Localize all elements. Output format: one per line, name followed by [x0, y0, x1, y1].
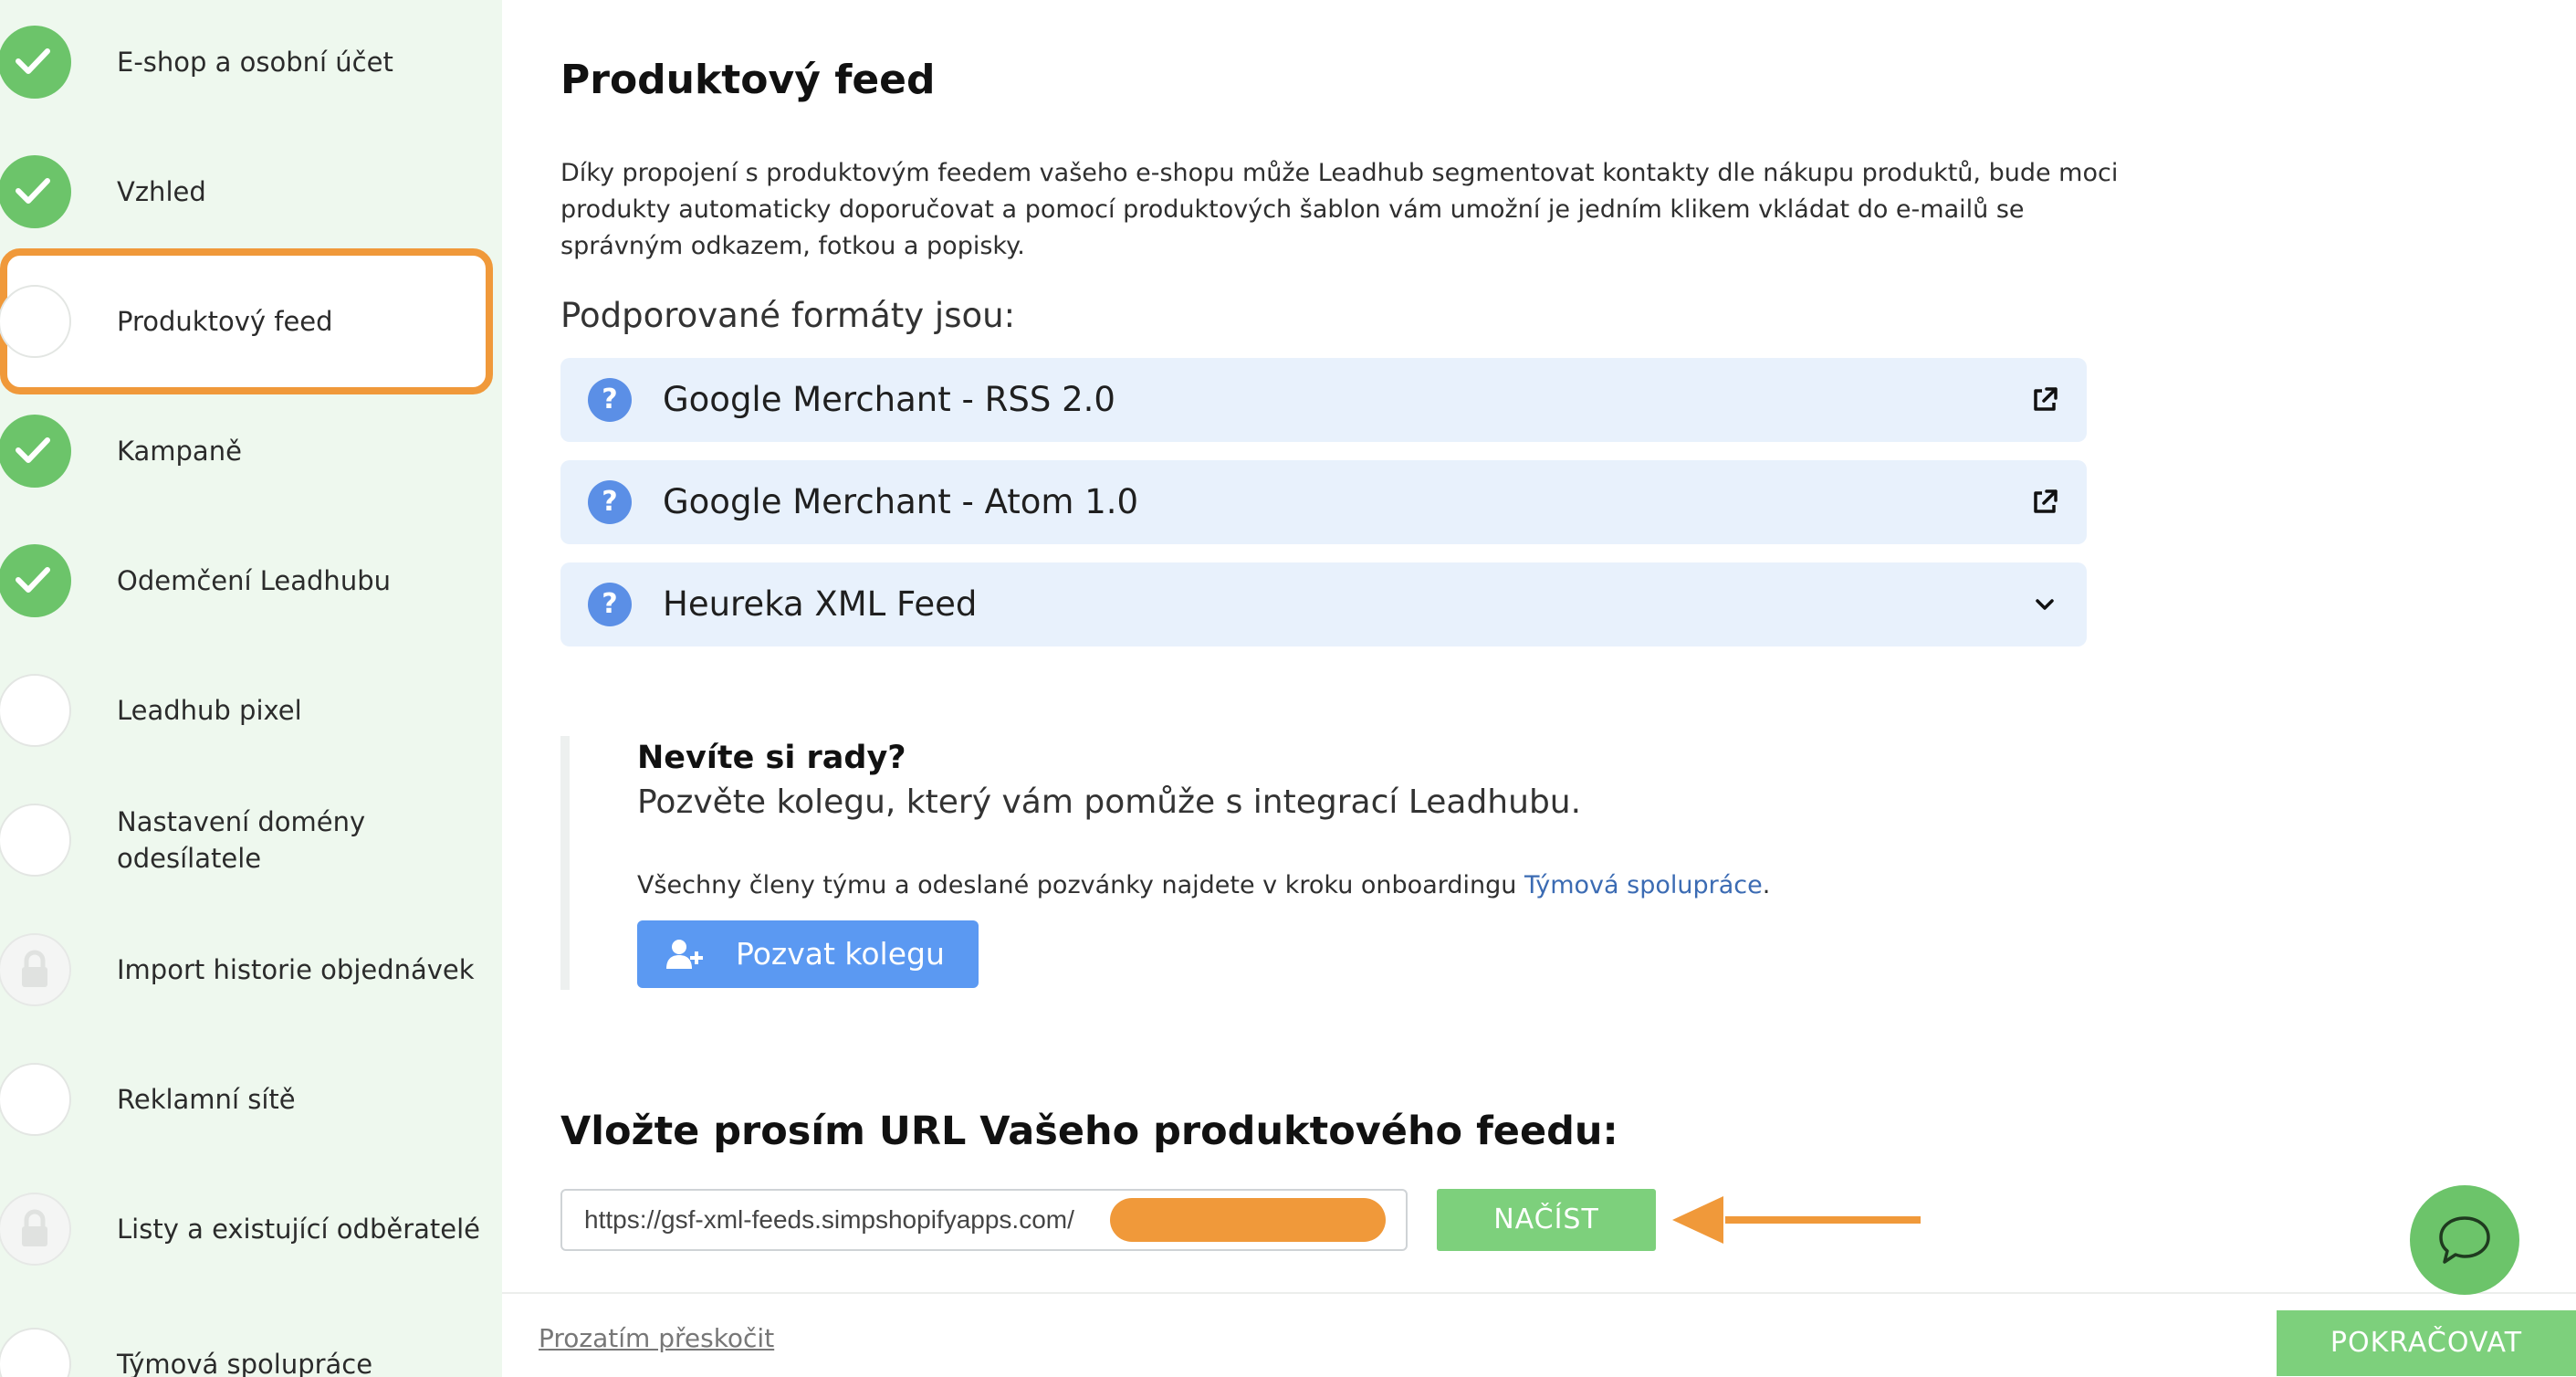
- format-google-rss[interactable]: ? Google Merchant - RSS 2.0: [560, 358, 2087, 442]
- step-produktovy-feed[interactable]: Produktový feed: [0, 268, 502, 378]
- step-label: Nastavení domény odesílatele: [117, 806, 366, 874]
- format-label: Google Merchant - RSS 2.0: [663, 380, 1115, 419]
- step-label: Vzhled: [117, 176, 206, 207]
- step-kampane[interactable]: Kampaně: [0, 398, 502, 508]
- help-icon: ?: [588, 378, 632, 422]
- step-label: Odemčení Leadhubu: [117, 565, 391, 596]
- invite-colleague-button[interactable]: Pozvat kolegu: [637, 920, 979, 988]
- main-content: Produktový feed Díky propojení s produkt…: [502, 0, 2576, 1292]
- check-icon: [0, 415, 71, 488]
- lock-icon: [0, 1193, 71, 1266]
- format-label: Heureka XML Feed: [663, 584, 978, 624]
- step-label: Import historie objednávek: [117, 954, 475, 985]
- step-label: Produktový feed: [117, 306, 333, 337]
- empty-circle-icon: [0, 804, 71, 877]
- check-icon: [0, 544, 71, 617]
- empty-circle-icon: [0, 674, 71, 747]
- step-listy: Listy a existující odběratelé: [0, 1176, 502, 1286]
- step-odemceni[interactable]: Odemčení Leadhubu: [0, 528, 502, 637]
- step-label: Listy a existující odběratelé: [117, 1214, 481, 1245]
- team-collaboration-link[interactable]: Týmová spolupráce: [1524, 871, 1763, 899]
- step-eshop[interactable]: E-shop a osobní účet: [0, 9, 502, 119]
- help-text-end: .: [1762, 871, 1771, 899]
- step-domena[interactable]: Nastavení domény odesílatele: [0, 787, 502, 897]
- help-box: Nevíte si rady? Pozvěte kolegu, který vá…: [560, 736, 2087, 990]
- step-reklamni-site[interactable]: Reklamní sítě: [0, 1046, 502, 1156]
- step-label: Kampaně: [117, 436, 242, 467]
- empty-circle-icon: [0, 1328, 71, 1377]
- empty-circle-icon: [0, 1063, 71, 1136]
- check-icon: [0, 155, 71, 228]
- intro-text: Díky propojení s produktovým feedem vaše…: [560, 159, 2119, 260]
- format-heureka[interactable]: ? Heureka XML Feed: [560, 562, 2087, 646]
- formats-title: Podporované formáty jsou:: [560, 296, 1016, 335]
- add-user-icon: [666, 940, 703, 969]
- help-icon: ?: [588, 583, 632, 626]
- help-icon: ?: [588, 480, 632, 524]
- help-title: Nevíte si rady?: [637, 740, 906, 776]
- external-link-icon[interactable]: [2028, 486, 2061, 519]
- skip-link[interactable]: Prozatím přeskočit: [539, 1323, 774, 1353]
- step-label: Reklamní sítě: [117, 1084, 296, 1115]
- help-subtitle: Pozvěte kolegu, který vám pomůže s integ…: [637, 783, 1582, 821]
- redaction-overlay: [1110, 1198, 1386, 1242]
- step-label: Leadhub pixel: [117, 695, 302, 726]
- chevron-down-icon[interactable]: [2028, 588, 2061, 621]
- help-text: Všechny členy týmu a odeslané pozvánky n…: [637, 871, 1770, 899]
- continue-button[interactable]: POKRAČOVAT: [2277, 1310, 2576, 1376]
- step-label: Týmová spolupráce: [117, 1349, 373, 1377]
- chat-bubble-icon: [2439, 1216, 2490, 1264]
- arrow-left-icon: [1672, 1196, 1921, 1244]
- format-label: Google Merchant - Atom 1.0: [663, 482, 1139, 521]
- url-title: Vložte prosím URL Vašeho produktového fe…: [560, 1109, 1618, 1154]
- load-button[interactable]: NAČÍST: [1437, 1189, 1656, 1251]
- external-link-icon[interactable]: [2028, 384, 2061, 416]
- step-import: Import historie objednávek: [0, 917, 502, 1026]
- lock-icon: [0, 933, 71, 1006]
- page-title: Produktový feed: [560, 57, 936, 103]
- footer: Prozatím přeskočit POKRAČOVAT: [502, 1292, 2576, 1377]
- empty-circle-icon: [0, 285, 71, 358]
- check-icon: [0, 26, 71, 99]
- step-label: E-shop a osobní účet: [117, 47, 393, 78]
- help-text-body: Všechny členy týmu a odeslané pozvánky n…: [637, 871, 1524, 899]
- step-tymova-spoluprace[interactable]: Týmová spolupráce: [0, 1306, 502, 1377]
- format-google-atom[interactable]: ? Google Merchant - Atom 1.0: [560, 460, 2087, 544]
- step-pixel[interactable]: Leadhub pixel: [0, 657, 502, 767]
- invite-button-label: Pozvat kolegu: [736, 936, 945, 972]
- step-vzhled[interactable]: Vzhled: [0, 139, 502, 248]
- chat-button[interactable]: [2410, 1185, 2519, 1295]
- onboarding-sidebar: E-shop a osobní účet Vzhled Produktový f…: [0, 0, 502, 1377]
